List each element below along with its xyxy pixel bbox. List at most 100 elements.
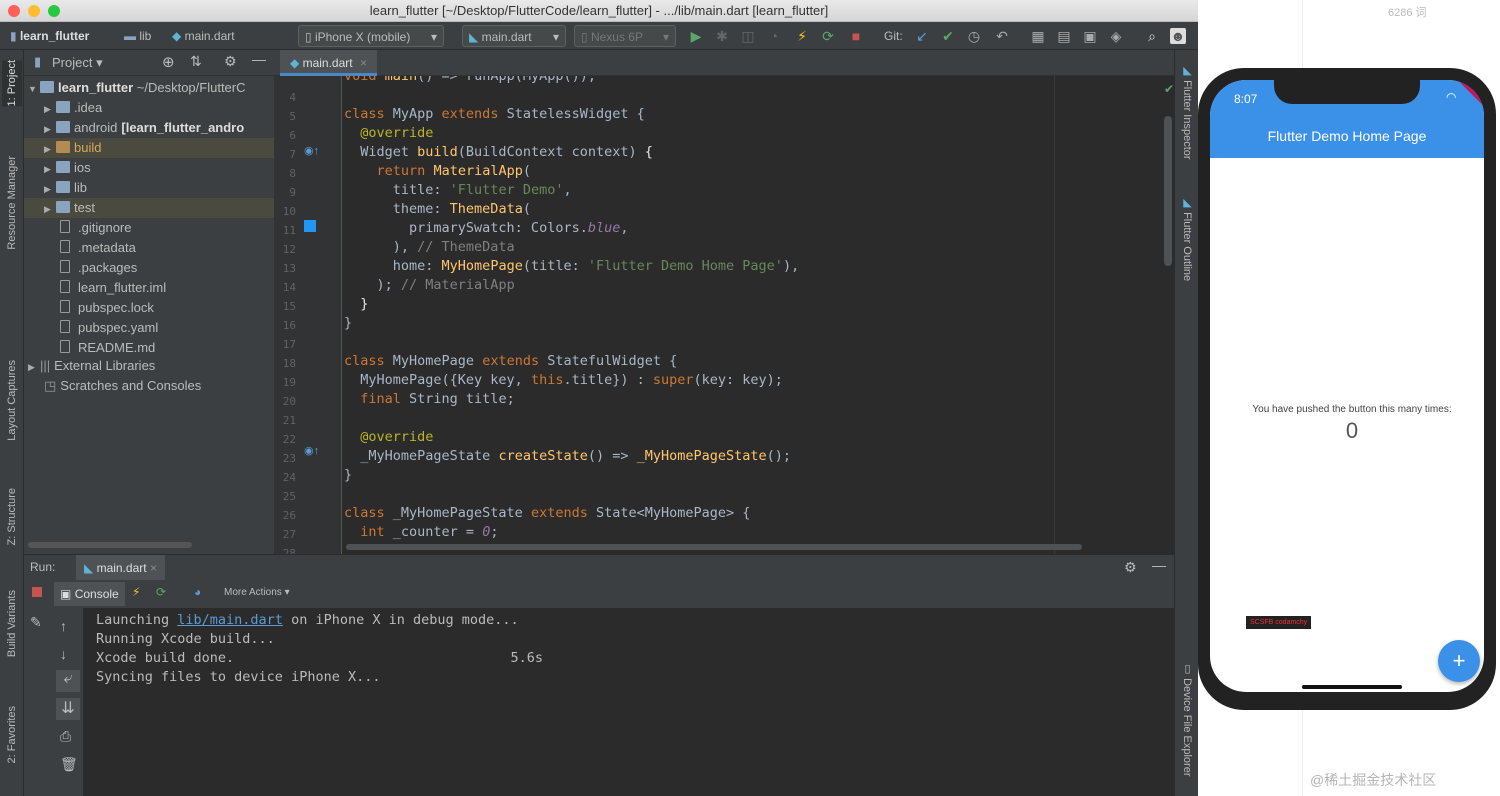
- avatar-icon[interactable]: ☻: [1170, 28, 1186, 44]
- line-number: 26: [282, 509, 296, 522]
- stop-icon[interactable]: [32, 587, 42, 597]
- tree-item-pubspec-lock[interactable]: pubspec.lock: [24, 298, 274, 318]
- trash-icon[interactable]: 🗑: [60, 756, 78, 773]
- git-label: Git:: [884, 29, 903, 43]
- tree-scratches[interactable]: ◳ Scratches and Consoles: [24, 376, 274, 396]
- tree-item-pubspec-yaml[interactable]: pubspec.yaml: [24, 318, 274, 338]
- line-number: 19: [282, 376, 296, 389]
- chevron-down-icon: ▾: [552, 30, 559, 44]
- collapse-all-icon[interactable]: ⇅: [190, 53, 202, 70]
- console-line: Launching lib/main.dart on iPhone X in d…: [96, 612, 519, 628]
- override-marker-icon[interactable]: ◉↑: [304, 444, 319, 457]
- tree-item-learn-flutter-iml[interactable]: learn_flutter.iml: [24, 278, 274, 298]
- tab-project[interactable]: 1: Project: [2, 60, 22, 107]
- tab-flutter-inspector[interactable]: ◣ Flutter Inspector: [1177, 64, 1197, 160]
- chevron-down-icon: ▼: [28, 84, 37, 94]
- minimize-window-button[interactable]: [28, 5, 40, 17]
- tab-layout-captures[interactable]: Layout Captures: [2, 360, 22, 441]
- tree-item-metadata[interactable]: .metadata: [24, 238, 274, 258]
- tree-item-lib[interactable]: ▶ lib: [24, 178, 274, 198]
- editor-tab-main-dart[interactable]: ◆ main.dart ×: [280, 50, 377, 76]
- more-actions-menu[interactable]: More Actions ▾: [224, 587, 290, 598]
- project-structure-icon[interactable]: ▦: [1030, 28, 1046, 44]
- run-icon[interactable]: ▶: [688, 28, 704, 44]
- code-editor[interactable]: ✔ void main() => runApp(MyApp()); class M…: [342, 76, 1174, 554]
- tab-device-file-explorer[interactable]: ▯ Device File Explorer: [1177, 662, 1197, 776]
- tree-item-android[interactable]: ▶ android [learn_flutter_andro: [24, 118, 274, 138]
- hide-panel-icon[interactable]: —: [1152, 557, 1166, 573]
- profile-icon[interactable]: ◔: [766, 28, 782, 44]
- search-icon[interactable]: ⌕: [1144, 28, 1160, 44]
- tree-item-test[interactable]: ▶ test: [24, 198, 274, 218]
- sdk-manager-icon[interactable]: ▤: [1056, 28, 1072, 44]
- emulator-selector[interactable]: ▯ Nexus 6P ▾: [574, 25, 676, 47]
- override-marker-icon[interactable]: ◉↑: [304, 144, 319, 157]
- breadcrumb-main-dart[interactable]: ◆ main.dart: [172, 22, 235, 50]
- git-history-icon[interactable]: ◷: [966, 28, 982, 44]
- tab-structure[interactable]: Z: Structure: [2, 488, 22, 545]
- horizontal-scrollbar[interactable]: [28, 542, 192, 548]
- run-tab-main-dart[interactable]: ◣ main.dart ×: [76, 555, 165, 581]
- code-line: class MyApp extends StatelessWidget {: [344, 106, 645, 122]
- home-indicator[interactable]: [1302, 685, 1402, 689]
- gear-icon[interactable]: ⚙: [1124, 559, 1137, 576]
- tree-item-packages[interactable]: .packages: [24, 258, 274, 278]
- tab-favorites[interactable]: 2: Favorites: [2, 706, 22, 763]
- hot-restart-icon[interactable]: ⟳: [820, 28, 836, 44]
- avd-manager-icon[interactable]: ▣: [1082, 28, 1098, 44]
- console-output[interactable]: Launching lib/main.dart on iPhone X in d…: [84, 608, 1174, 796]
- git-commit-icon[interactable]: ✔: [940, 28, 956, 44]
- tree-item-build[interactable]: ▶ build: [24, 138, 274, 158]
- zoom-window-button[interactable]: [48, 5, 60, 17]
- breadcrumb-project[interactable]: ▮ learn_flutter: [10, 22, 89, 50]
- tree-item-gitignore[interactable]: .gitignore: [24, 218, 274, 238]
- line-number: 21: [282, 414, 296, 427]
- breadcrumb-lib[interactable]: ▬ lib: [124, 22, 151, 50]
- tab-flutter-outline[interactable]: ◣ Flutter Outline: [1177, 196, 1197, 281]
- gear-icon[interactable]: ⚙: [224, 53, 237, 70]
- devtools-icon[interactable]: ◕: [194, 585, 201, 599]
- device-icon: ▯: [1181, 662, 1193, 675]
- hot-reload-icon[interactable]: ⚡: [132, 585, 140, 599]
- tree-root[interactable]: ▼ learn_flutter ~/Desktop/FlutterC: [24, 78, 274, 98]
- close-icon[interactable]: ×: [150, 561, 157, 575]
- tree-item-idea[interactable]: ▶ .idea: [24, 98, 274, 118]
- folder-icon: [56, 181, 70, 193]
- scroll-down-icon[interactable]: ↓: [60, 646, 67, 662]
- pin-icon[interactable]: ✎: [30, 614, 42, 631]
- run-config-selector[interactable]: ◣ main.dart ▾: [462, 25, 566, 47]
- tree-external-libraries[interactable]: ▶ ||| External Libraries: [24, 356, 274, 376]
- color-swatch-icon[interactable]: [304, 220, 316, 232]
- tree-item-readme-md[interactable]: README.md: [24, 338, 274, 358]
- git-revert-icon[interactable]: ↶: [994, 28, 1010, 44]
- stop-icon[interactable]: ■: [848, 28, 864, 44]
- debug-icon[interactable]: ✱: [714, 28, 730, 44]
- tree-item-ios[interactable]: ▶ ios: [24, 158, 274, 178]
- console-tab[interactable]: ▣ Console: [54, 582, 125, 606]
- scroll-to-end-icon[interactable]: ⇊: [56, 698, 80, 720]
- file-link[interactable]: lib/main.dart: [177, 612, 283, 628]
- scroll-up-icon[interactable]: ↑: [60, 618, 67, 634]
- soft-wrap-icon[interactable]: ⤶: [56, 670, 80, 692]
- project-view-selector[interactable]: Project ▾: [52, 55, 103, 71]
- increment-button[interactable]: +: [1438, 640, 1480, 682]
- print-icon[interactable]: ⎙: [60, 728, 71, 745]
- tab-resource-manager[interactable]: Resource Manager: [2, 156, 22, 250]
- hide-panel-icon[interactable]: —: [252, 51, 266, 67]
- close-icon[interactable]: ×: [360, 56, 367, 70]
- vertical-scrollbar[interactable]: [1164, 116, 1172, 266]
- left-tool-stripe: 1: Project Resource Manager Layout Captu…: [0, 50, 24, 796]
- hot-reload-icon[interactable]: ⚡: [794, 28, 810, 44]
- hot-restart-icon[interactable]: ⟳: [156, 585, 166, 599]
- git-update-icon[interactable]: ↙: [914, 28, 930, 44]
- layout-inspector-icon[interactable]: ◈: [1108, 28, 1124, 44]
- code-horizontal-scrollbar[interactable]: [346, 544, 1082, 550]
- device-selector[interactable]: ▯ iPhone X (mobile) ▾: [298, 25, 444, 47]
- coverage-icon[interactable]: ◫: [740, 28, 756, 44]
- folder-icon: [56, 161, 70, 173]
- locate-file-icon[interactable]: ⊕: [162, 53, 175, 71]
- tab-build-variants[interactable]: Build Variants: [2, 590, 22, 657]
- line-number: 15: [282, 300, 296, 313]
- close-window-button[interactable]: [8, 5, 20, 17]
- run-side-toolbar: ✎ ↑ ↓ ⤶ ⇊ ⎙ 🗑: [24, 608, 84, 796]
